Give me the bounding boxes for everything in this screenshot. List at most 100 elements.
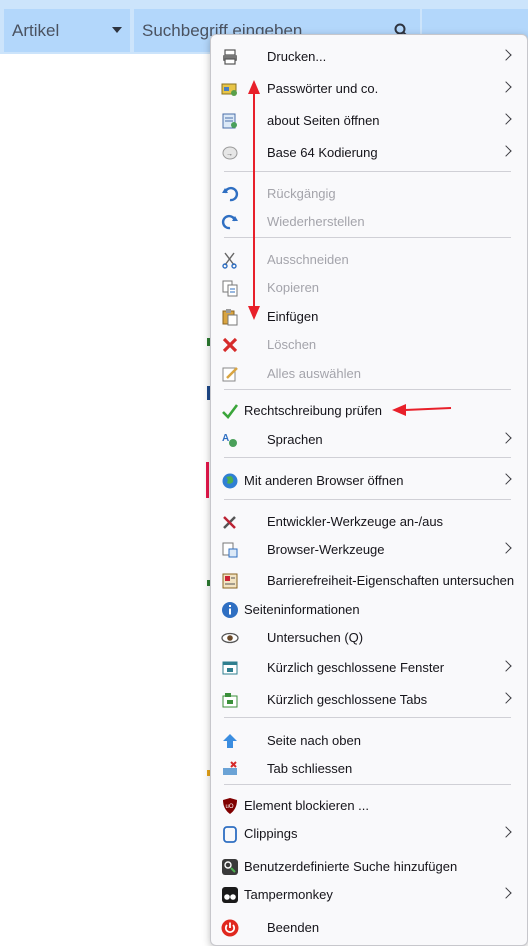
menu-item-rueckgaengig[interactable]: Rückgängig	[211, 180, 527, 208]
menu-separator	[224, 784, 511, 785]
menu-item-suche-hinzufuegen[interactable]: Benutzerdefinierte Suche hinzufügen	[211, 853, 527, 881]
ublock-shield-icon: uO	[221, 797, 239, 815]
menu-item-wiederherstellen[interactable]: Wiederherstellen	[211, 208, 527, 236]
menu-item-label: Barrierefreiheit-Eigenschaften untersuch…	[267, 573, 515, 588]
category-select-value: Artikel	[12, 20, 60, 40]
menu-item-drucken[interactable]: Drucken...	[211, 43, 527, 71]
printer-icon	[221, 48, 239, 66]
menu-separator	[224, 237, 511, 238]
menu-item-alles-auswaehlen[interactable]: Alles auswählen	[211, 360, 527, 388]
close-tab-icon	[221, 760, 239, 778]
arrow-up-icon	[221, 732, 239, 750]
menu-item-einfuegen[interactable]: Einfügen	[211, 303, 527, 331]
menu-item-clippings[interactable]: Clippings	[211, 820, 527, 848]
menu-item-tampermonkey[interactable]: Tampermonkey	[211, 881, 527, 909]
chevron-right-icon	[500, 145, 512, 157]
accessibility-icon	[221, 572, 239, 590]
menu-item-label: about Seiten öffnen	[267, 113, 380, 128]
menu-item-label: Passwörter und co.	[267, 81, 379, 96]
page-background-mark	[206, 462, 209, 498]
menu-item-about[interactable]: about Seiten öffnen	[211, 107, 527, 135]
menu-item-label: Rückgängig	[267, 186, 336, 201]
paste-icon	[221, 308, 239, 326]
language-icon: A	[221, 431, 239, 449]
browser-tools-icon	[221, 541, 239, 559]
menu-item-label: Ausschneiden	[267, 252, 349, 267]
menu-item-label: Seiteninformationen	[244, 602, 360, 617]
tools-icon	[221, 513, 239, 531]
menu-item-label: Einfügen	[267, 309, 319, 324]
menu-item-tab-schliessen[interactable]: Tab schliessen	[211, 755, 527, 783]
chevron-right-icon	[500, 432, 512, 444]
menu-item-entwickler[interactable]: Entwickler-Werkzeuge an-/aus	[211, 508, 527, 536]
menu-separator	[224, 389, 511, 390]
menu-item-geschlossene-fenster[interactable]: Kürzlich geschlossene Fenster	[211, 654, 527, 682]
menu-item-passwoerter[interactable]: Passwörter und co.	[211, 75, 527, 103]
menu-item-label: Untersuchen (Q)	[267, 630, 364, 645]
menu-item-seiteninformationen[interactable]: Seiteninformationen	[211, 596, 527, 624]
menu-item-label: Entwickler-Werkzeuge an-/aus	[267, 514, 444, 529]
menu-item-beenden[interactable]: Beenden	[211, 914, 527, 942]
menu-item-kopieren[interactable]: Kopieren	[211, 274, 527, 302]
menu-item-label: Kürzlich geschlossene Fenster	[267, 660, 445, 675]
menu-item-label: Drucken...	[267, 49, 327, 64]
svg-text:→: →	[226, 151, 233, 158]
checkmark-icon	[221, 402, 239, 420]
menu-item-label: Benutzerdefinierte Suche hinzufügen	[244, 859, 458, 874]
menu-item-label: Tampermonkey	[244, 887, 333, 902]
chevron-right-icon	[500, 81, 512, 93]
svg-text:A: A	[222, 433, 229, 444]
menu-item-loeschen[interactable]: Löschen	[211, 331, 527, 359]
menu-item-ausschneiden[interactable]: Ausschneiden	[211, 246, 527, 274]
category-select[interactable]: Artikel	[4, 9, 130, 52]
chevron-right-icon	[500, 113, 512, 125]
svg-text:uO: uO	[226, 804, 234, 810]
globe-icon	[221, 472, 239, 490]
chevron-right-icon	[500, 826, 512, 838]
menu-item-sprachen[interactable]: A Sprachen	[211, 426, 527, 454]
menu-item-label: Browser-Werkzeuge	[267, 542, 385, 557]
menu-item-label: Löschen	[267, 337, 317, 352]
chevron-right-icon	[500, 692, 512, 704]
menu-item-browser-werkzeuge[interactable]: Browser-Werkzeuge	[211, 536, 527, 564]
scissors-icon	[221, 251, 239, 269]
menu-item-label: Tab schliessen	[267, 761, 353, 776]
eye-icon	[221, 629, 239, 647]
menu-item-label: Kopieren	[267, 280, 320, 295]
key-card-icon	[221, 80, 239, 98]
menu-item-seite-nach-oben[interactable]: Seite nach oben	[211, 727, 527, 755]
delete-x-icon	[221, 336, 239, 354]
encode-icon: →	[221, 144, 239, 162]
recent-window-icon	[221, 659, 239, 677]
menu-separator	[224, 499, 511, 500]
copy-icon	[221, 279, 239, 297]
menu-item-label: Sprachen	[267, 432, 323, 447]
menu-item-untersuchen[interactable]: Untersuchen (Q)	[211, 624, 527, 652]
menu-item-geschlossene-tabs[interactable]: Kürzlich geschlossene Tabs	[211, 686, 527, 714]
menu-item-label: Beenden	[267, 920, 320, 935]
power-icon	[221, 919, 239, 937]
menu-item-base64[interactable]: → Base 64 Kodierung	[211, 139, 527, 167]
chevron-right-icon	[500, 542, 512, 554]
menu-item-rechtschreibung[interactable]: Rechtschreibung prüfen	[211, 397, 527, 425]
menu-item-label: Kürzlich geschlossene Tabs	[267, 692, 428, 707]
recent-tab-icon	[221, 691, 239, 709]
menu-item-label: Alles auswählen	[267, 366, 361, 381]
menu-separator	[224, 171, 511, 172]
tampermonkey-icon	[221, 886, 239, 904]
clip-icon	[221, 825, 239, 843]
menu-item-label: Wiederherstellen	[267, 214, 365, 229]
menu-item-label: Rechtschreibung prüfen	[244, 403, 383, 418]
select-all-icon	[221, 365, 239, 383]
custom-search-icon	[221, 858, 239, 876]
menu-item-label: Element blockieren ...	[244, 798, 370, 813]
info-icon	[221, 601, 239, 619]
menu-item-barrierefreiheit[interactable]: Barrierefreiheit-Eigenschaften untersuch…	[211, 567, 527, 595]
chevron-right-icon	[500, 660, 512, 672]
chevron-right-icon	[500, 473, 512, 485]
redo-icon	[221, 213, 239, 231]
menu-item-element-blockieren[interactable]: uO Element blockieren ...	[211, 792, 527, 820]
menu-item-label: Clippings	[244, 826, 298, 841]
chevron-down-icon	[112, 27, 122, 33]
menu-item-anderer-browser[interactable]: Mit anderen Browser öffnen	[211, 467, 527, 495]
